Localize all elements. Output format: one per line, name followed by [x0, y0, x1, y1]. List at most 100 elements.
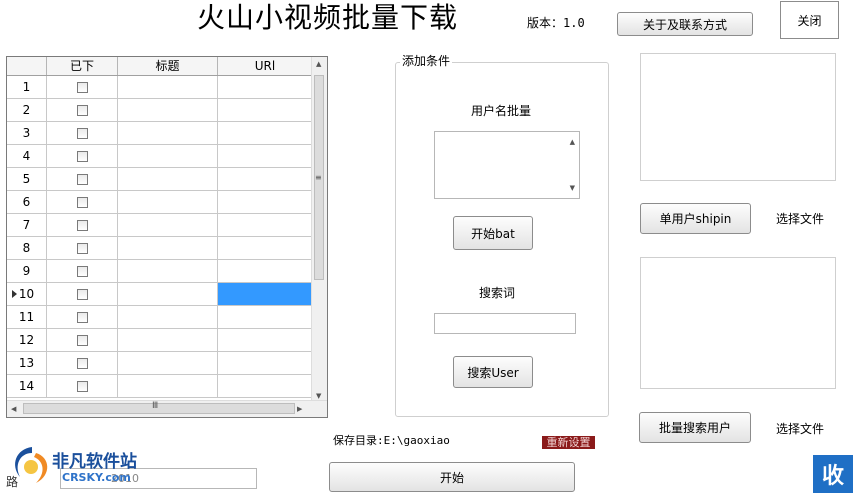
row-number[interactable]: 11: [7, 306, 47, 329]
downloaded-checkbox[interactable]: [76, 150, 88, 162]
title-cell[interactable]: [118, 145, 218, 168]
downloaded-checkbox[interactable]: [76, 219, 88, 231]
downloaded-cell[interactable]: [47, 375, 118, 398]
horizontal-scroll-thumb[interactable]: [23, 403, 295, 414]
table-row[interactable]: 9: [7, 260, 313, 283]
scroll-right-icon[interactable]: ▶: [297, 405, 302, 413]
table-row[interactable]: 10: [7, 283, 313, 306]
url-cell[interactable]: [218, 145, 313, 168]
single-user-shipin-button[interactable]: 单用户shipin: [640, 203, 751, 234]
choose-file-link-2[interactable]: 选择文件: [776, 420, 824, 437]
downloaded-checkbox[interactable]: [76, 242, 88, 254]
row-number[interactable]: 2: [7, 99, 47, 122]
username-batch-textarea[interactable]: ▲ ▼: [434, 131, 580, 199]
start-bat-button[interactable]: 开始bat: [453, 216, 533, 250]
downloaded-checkbox[interactable]: [76, 380, 88, 392]
scroll-up-icon[interactable]: ▲: [570, 138, 575, 146]
title-cell[interactable]: [118, 99, 218, 122]
downloaded-checkbox[interactable]: [76, 127, 88, 139]
title-cell[interactable]: [118, 375, 218, 398]
downloaded-checkbox[interactable]: [76, 311, 88, 323]
table-row[interactable]: 6: [7, 191, 313, 214]
batch-user-list[interactable]: [640, 257, 836, 389]
title-cell[interactable]: [118, 214, 218, 237]
table-row[interactable]: 3: [7, 122, 313, 145]
row-number[interactable]: 9: [7, 260, 47, 283]
downloaded-cell[interactable]: [47, 283, 118, 306]
url-cell[interactable]: [218, 306, 313, 329]
reset-button[interactable]: 重新设置: [542, 436, 595, 449]
title-cell[interactable]: [118, 76, 218, 99]
title-cell[interactable]: [118, 122, 218, 145]
url-cell[interactable]: [218, 122, 313, 145]
row-number[interactable]: 14: [7, 375, 47, 398]
downloaded-cell[interactable]: [47, 145, 118, 168]
table-row[interactable]: 11: [7, 306, 313, 329]
downloaded-checkbox[interactable]: [76, 104, 88, 116]
title-cell[interactable]: [118, 329, 218, 352]
column-header-downloaded[interactable]: 已下: [47, 57, 118, 75]
search-user-button[interactable]: 搜索User: [453, 356, 533, 388]
downloaded-checkbox[interactable]: [76, 173, 88, 185]
about-button[interactable]: 关于及联系方式: [617, 12, 753, 36]
batch-search-user-button[interactable]: 批量搜索用户: [639, 412, 751, 443]
url-cell[interactable]: [218, 237, 313, 260]
row-number[interactable]: 7: [7, 214, 47, 237]
table-row[interactable]: 13: [7, 352, 313, 375]
url-cell[interactable]: [218, 260, 313, 283]
url-cell[interactable]: [218, 168, 313, 191]
close-button[interactable]: 关闭: [780, 1, 839, 39]
url-cell[interactable]: [218, 352, 313, 375]
row-number[interactable]: 10: [7, 283, 47, 306]
title-cell[interactable]: [118, 352, 218, 375]
row-number[interactable]: 6: [7, 191, 47, 214]
downloaded-checkbox[interactable]: [76, 265, 88, 277]
table-row[interactable]: 14: [7, 375, 313, 398]
column-header-url[interactable]: URl: [218, 57, 313, 75]
title-cell[interactable]: [118, 260, 218, 283]
url-cell[interactable]: [218, 214, 313, 237]
row-number[interactable]: 13: [7, 352, 47, 375]
start-button[interactable]: 开始: [329, 462, 575, 492]
table-row[interactable]: 1: [7, 76, 313, 99]
url-cell[interactable]: [218, 283, 313, 306]
search-term-input[interactable]: [434, 313, 576, 334]
url-cell[interactable]: [218, 329, 313, 352]
vertical-scrollbar[interactable]: ▲ ≡ ▼: [311, 57, 327, 402]
video-grid[interactable]: 已下 标题 URl 1 2 3 4 5 6 7 8 9 10 11 12 13 14 ▲ ≡ ▼ ◀ Ⅲ …: [6, 56, 328, 418]
table-row[interactable]: 12: [7, 329, 313, 352]
row-number[interactable]: 4: [7, 145, 47, 168]
downloaded-checkbox[interactable]: [76, 288, 88, 300]
url-cell[interactable]: [218, 375, 313, 398]
url-cell[interactable]: [218, 191, 313, 214]
downloaded-cell[interactable]: [47, 260, 118, 283]
downloaded-cell[interactable]: [47, 122, 118, 145]
column-header-title[interactable]: 标题: [118, 57, 218, 75]
row-number[interactable]: 1: [7, 76, 47, 99]
downloaded-cell[interactable]: [47, 237, 118, 260]
downloaded-checkbox[interactable]: [76, 81, 88, 93]
title-cell[interactable]: [118, 191, 218, 214]
row-number[interactable]: 8: [7, 237, 47, 260]
table-row[interactable]: 7: [7, 214, 313, 237]
downloaded-checkbox[interactable]: [76, 196, 88, 208]
title-cell[interactable]: [118, 283, 218, 306]
row-number[interactable]: 12: [7, 329, 47, 352]
row-number[interactable]: 5: [7, 168, 47, 191]
downloaded-cell[interactable]: [47, 329, 118, 352]
downloaded-cell[interactable]: [47, 76, 118, 99]
downloaded-cell[interactable]: [47, 306, 118, 329]
downloaded-checkbox[interactable]: [76, 334, 88, 346]
scroll-down-icon[interactable]: ▼: [316, 392, 321, 400]
horizontal-scrollbar[interactable]: ◀ Ⅲ ▶: [7, 400, 327, 417]
title-cell[interactable]: [118, 168, 218, 191]
downloaded-checkbox[interactable]: [76, 357, 88, 369]
downloaded-cell[interactable]: [47, 168, 118, 191]
downloaded-cell[interactable]: [47, 191, 118, 214]
scroll-up-icon[interactable]: ▲: [316, 60, 321, 68]
scroll-down-icon[interactable]: ▼: [570, 184, 575, 192]
downloaded-cell[interactable]: [47, 214, 118, 237]
table-row[interactable]: 5: [7, 168, 313, 191]
single-user-list[interactable]: [640, 53, 836, 181]
title-cell[interactable]: [118, 237, 218, 260]
